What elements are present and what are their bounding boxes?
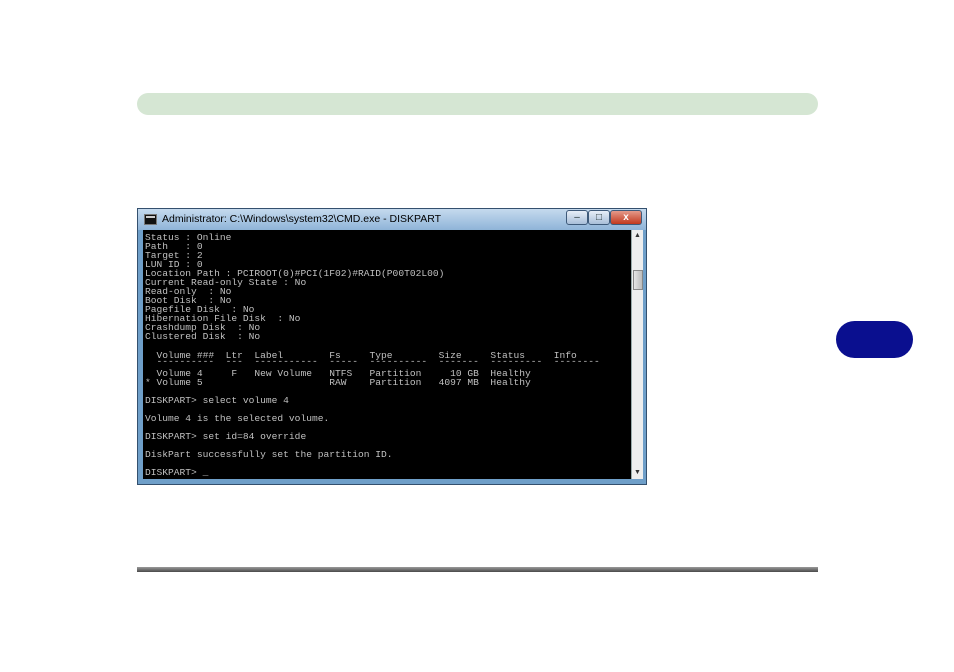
scroll-up-arrow-icon[interactable]: ▲ xyxy=(632,230,643,242)
cmd-icon xyxy=(144,214,157,225)
scroll-down-arrow-icon[interactable]: ▼ xyxy=(632,467,643,479)
footer-rule xyxy=(137,567,818,572)
close-button[interactable]: x xyxy=(610,210,642,225)
console-line: Clustered Disk : No xyxy=(145,331,261,342)
console-line: Volume 4 is the selected volume. xyxy=(145,413,330,424)
cmd-window: Administrator: C:\Windows\system32\CMD.e… xyxy=(137,208,647,485)
window-title: Administrator: C:\Windows\system32\CMD.e… xyxy=(162,213,442,225)
minimize-button[interactable]: – xyxy=(566,210,588,225)
window-titlebar[interactable]: Administrator: C:\Windows\system32\CMD.e… xyxy=(138,209,646,230)
volume-row: * Volume 5 RAW Partition 4097 MB Healthy xyxy=(145,377,531,388)
console-output[interactable]: Status : Online Path : 0 Target : 2 LUN … xyxy=(143,230,631,479)
vertical-scrollbar[interactable]: ▲ ▼ xyxy=(631,230,643,479)
volume-table-divider: ---------- --- ----------- ----- -------… xyxy=(145,356,600,367)
console-command: DISKPART> select volume 4 xyxy=(145,395,289,406)
console-command: DISKPART> set id=84 override xyxy=(145,431,307,442)
scroll-thumb[interactable] xyxy=(633,270,643,290)
chapter-tab xyxy=(836,321,913,358)
console-line: DiskPart successfully set the partition … xyxy=(145,449,393,460)
console-prompt[interactable]: DISKPART> _ xyxy=(145,468,208,478)
maximize-button[interactable]: □ xyxy=(588,210,610,225)
page-header-bar xyxy=(137,93,818,115)
